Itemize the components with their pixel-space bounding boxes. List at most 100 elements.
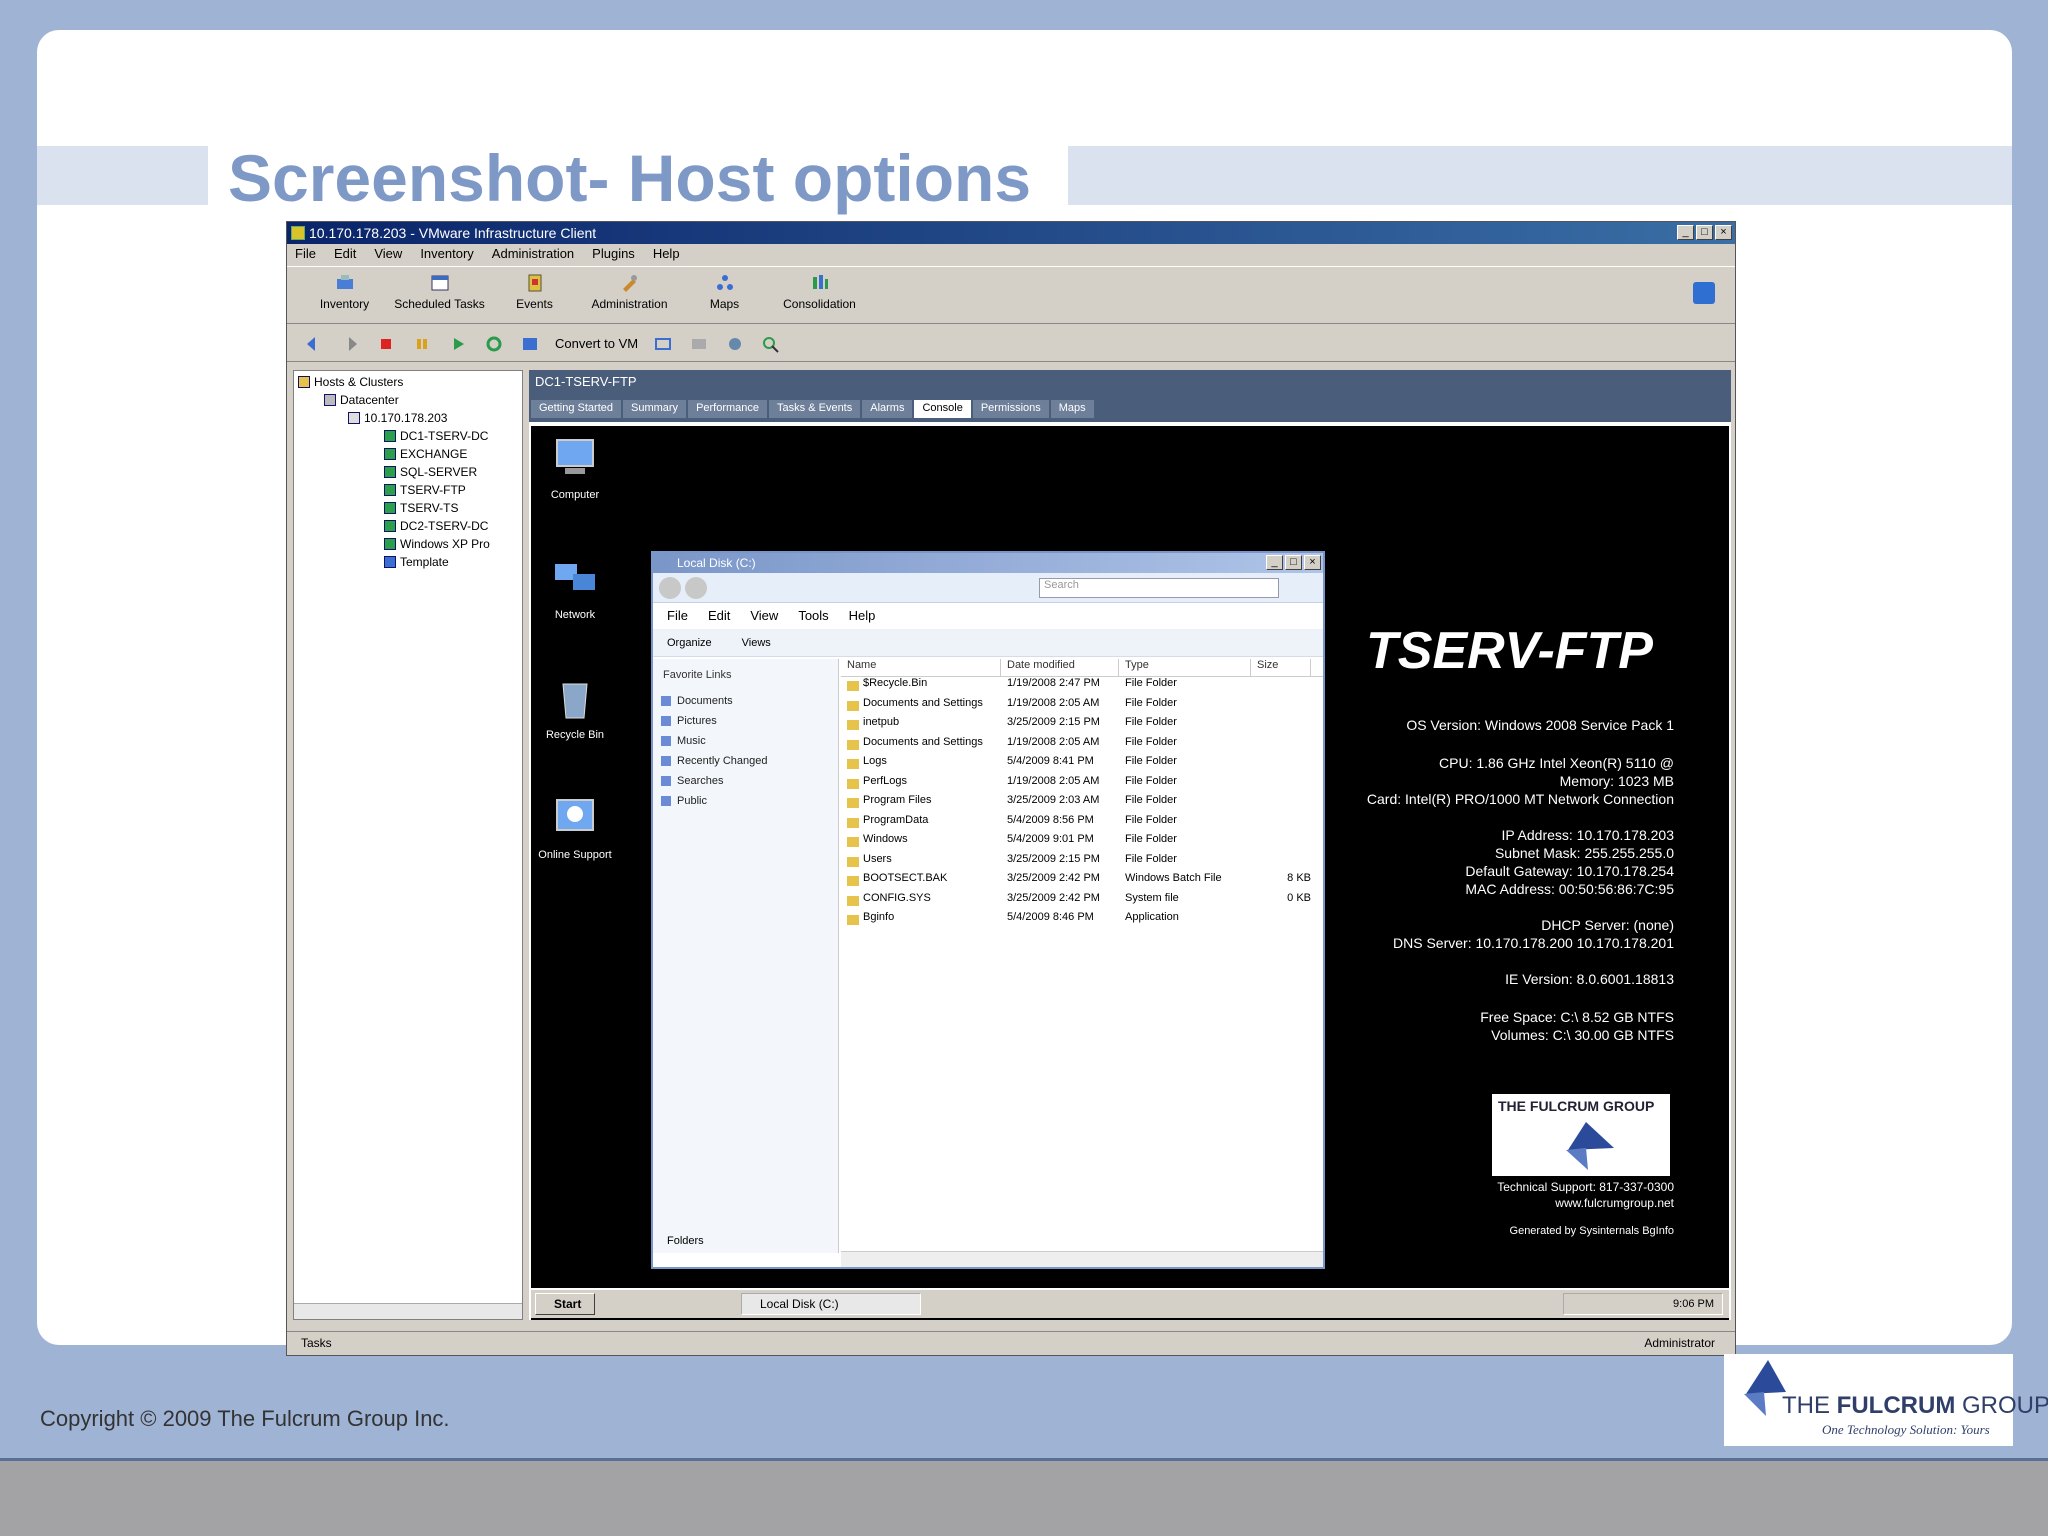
close-button[interactable]: × (1715, 225, 1732, 240)
tab-summary[interactable]: Summary (623, 400, 687, 418)
vm-console[interactable]: Computer Network Recycle Bin Online Supp… (531, 426, 1729, 1320)
desktop-icon-computer[interactable]: Computer (535, 434, 615, 501)
tree-item-vm[interactable]: DC2-TSERV-DC (384, 519, 488, 533)
tree-item-datacenter[interactable]: Datacenter (324, 393, 399, 407)
file-row[interactable]: BOOTSECT.BAK 3/25/2009 2:42 PM Windows Bat… (841, 872, 1323, 892)
column-size[interactable]: Size (1251, 659, 1311, 676)
column-name[interactable]: Name (841, 659, 1001, 676)
favorite-documents[interactable]: Documents (653, 691, 838, 711)
start-button[interactable]: Start (535, 1293, 595, 1315)
tree-item-vm[interactable]: EXCHANGE (384, 447, 467, 461)
explorer-forward-button[interactable] (685, 577, 707, 599)
tree-item-host[interactable]: 10.170.178.203 (348, 411, 447, 425)
favorite-pictures[interactable]: Pictures (653, 711, 838, 731)
tab-permissions[interactable]: Permissions (972, 400, 1049, 418)
manager-icon[interactable] (724, 334, 746, 354)
folders-toggle[interactable]: Folders (667, 1235, 704, 1247)
convert-icon[interactable] (519, 334, 541, 354)
file-row[interactable]: PerfLogs 1/19/2008 2:05 AM File Folder (841, 775, 1323, 795)
title-band-right (1068, 146, 2012, 205)
menu-administration[interactable]: Administration (492, 244, 574, 264)
snapshot-icon[interactable] (652, 334, 674, 354)
power-on-icon[interactable] (447, 334, 469, 354)
tree-item-vm[interactable]: SQL-SERVER (384, 465, 477, 479)
tree-item-root[interactable]: Hosts & Clusters (298, 375, 403, 389)
favorite-public[interactable]: Public (653, 791, 838, 811)
inventory-button[interactable]: Inventory (297, 267, 392, 323)
explorer-menu-file[interactable]: File (667, 603, 688, 629)
consolidation-button[interactable]: Consolidation (772, 267, 867, 323)
file-row[interactable]: Bginfo 5/4/2009 8:46 PM Application (841, 911, 1323, 931)
file-row[interactable]: Logs 5/4/2009 8:41 PM File Folder (841, 755, 1323, 775)
favorite-recently-changed[interactable]: Recently Changed (653, 751, 838, 771)
explorer-titlebar[interactable]: Local Disk (C:) _ □ × (653, 553, 1323, 573)
explorer-menu-edit[interactable]: Edit (708, 603, 730, 629)
explorer-scrollbar[interactable] (841, 1251, 1323, 1267)
explorer-menu-help[interactable]: Help (849, 603, 876, 629)
file-row[interactable]: Program Files 3/25/2009 2:03 AM File Folde… (841, 794, 1323, 814)
menu-view[interactable]: View (374, 244, 402, 264)
menu-help[interactable]: Help (653, 244, 680, 264)
desktop-icon-recycle-bin[interactable]: Recycle Bin (535, 674, 615, 741)
file-row[interactable]: Documents and Settings 1/19/2008 2:05 AM F… (841, 736, 1323, 756)
tree-item-template[interactable]: Template (384, 555, 449, 569)
explorer-maximize-button[interactable]: □ (1285, 555, 1302, 570)
maps-button[interactable]: Maps (677, 267, 772, 323)
explorer-minimize-button[interactable]: _ (1266, 555, 1283, 570)
minimize-button[interactable]: _ (1677, 225, 1694, 240)
views-button[interactable]: Views (742, 629, 771, 656)
explorer-back-button[interactable] (659, 577, 681, 599)
desktop-icon-network[interactable]: Network (535, 554, 615, 621)
explorer-search-input[interactable]: Search (1039, 578, 1279, 598)
explorer-window: Local Disk (C:) _ □ × Search File Edit V… (651, 551, 1325, 1269)
convert-to-vm-label[interactable]: Convert to VM (555, 336, 638, 351)
tree-scrollbar[interactable] (294, 1303, 522, 1319)
file-row[interactable]: inetpub 3/25/2009 2:15 PM File Folder (841, 716, 1323, 736)
menu-edit[interactable]: Edit (334, 244, 356, 264)
forward-arrow-icon[interactable] (339, 334, 361, 354)
column-date-modified[interactable]: Date modified (1001, 659, 1119, 676)
tree-item-vm[interactable]: DC1-TSERV-DC (384, 429, 488, 443)
favorite-searches[interactable]: Searches (653, 771, 838, 791)
explorer-menu-tools[interactable]: Tools (798, 603, 828, 629)
tree-item-vm[interactable]: Windows XP Pro (384, 537, 490, 551)
menu-inventory[interactable]: Inventory (420, 244, 473, 264)
explorer-file-list: Name Date modified Type Size $Recycle.Bi… (841, 659, 1323, 1253)
file-row[interactable]: Users 3/25/2009 2:15 PM File Folder (841, 853, 1323, 873)
power-off-icon[interactable] (375, 334, 397, 354)
explorer-close-button[interactable]: × (1304, 555, 1321, 570)
status-tasks[interactable]: Tasks (301, 1336, 332, 1350)
suspend-icon[interactable] (411, 334, 433, 354)
column-type[interactable]: Type (1119, 659, 1251, 676)
file-row[interactable]: $Recycle.Bin 1/19/2008 2:47 PM File Folder (841, 677, 1323, 697)
file-row[interactable]: Windows 5/4/2009 9:01 PM File Folder (841, 833, 1323, 853)
organize-button[interactable]: Organize (667, 629, 712, 656)
desktop-icon-online-support[interactable]: Online Support (535, 794, 615, 861)
taskbar-explorer-button[interactable]: Local Disk (C:) (741, 1293, 921, 1315)
file-row[interactable]: Documents and Settings 1/19/2008 2:05 AM F… (841, 697, 1323, 717)
favorite-music[interactable]: Music (653, 731, 838, 751)
console-icon[interactable] (760, 334, 782, 354)
tab-alarms[interactable]: Alarms (862, 400, 913, 418)
tab-getting-started[interactable]: Getting Started (531, 400, 621, 418)
tree-item-vm[interactable]: TSERV-TS (384, 501, 458, 515)
window-titlebar[interactable]: 10.170.178.203 - VMware Infrastructure C… (287, 222, 1735, 244)
file-row[interactable]: CONFIG.SYS 3/25/2009 2:42 PM System file 0 … (841, 892, 1323, 912)
menu-file[interactable]: File (295, 244, 316, 264)
tree-item-vm[interactable]: TSERV-FTP (384, 483, 466, 497)
explorer-menu-view[interactable]: View (750, 603, 778, 629)
maximize-button[interactable]: □ (1696, 225, 1713, 240)
revert-icon[interactable] (688, 334, 710, 354)
events-button[interactable]: Events (487, 267, 582, 323)
tab-performance[interactable]: Performance (688, 400, 768, 418)
scheduled-tasks-button[interactable]: Scheduled Tasks (392, 267, 487, 323)
back-arrow-icon[interactable] (303, 334, 325, 354)
tab-tasks-events[interactable]: Tasks & Events (769, 400, 861, 418)
computer-icon (556, 439, 594, 474)
tab-console[interactable]: Console (914, 400, 971, 418)
reset-icon[interactable] (483, 334, 505, 354)
menu-plugins[interactable]: Plugins (592, 244, 635, 264)
file-row[interactable]: ProgramData 5/4/2009 8:56 PM File Folder (841, 814, 1323, 834)
administration-button[interactable]: Administration (582, 267, 677, 323)
tab-maps[interactable]: Maps (1050, 400, 1094, 418)
